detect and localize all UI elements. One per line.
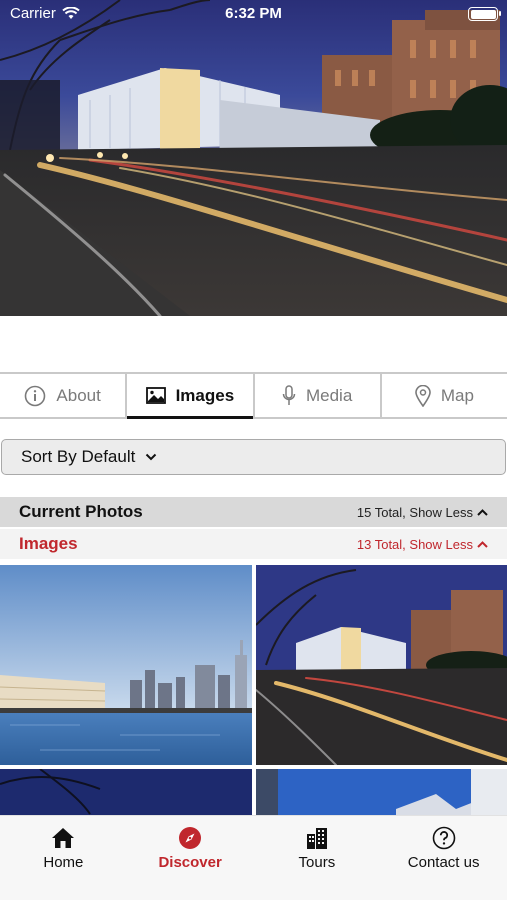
current-photos-toggle[interactable]: 15 Total, Show Less (357, 505, 488, 520)
current-photos-title: Current Photos (19, 502, 143, 521)
chevron-down-icon (146, 453, 157, 461)
nav-home[interactable]: Home (0, 816, 127, 900)
info-icon (25, 385, 46, 406)
nav-discover[interactable]: Discover (127, 816, 254, 900)
tab-map-label: Map (440, 385, 474, 405)
sort-dropdown[interactable]: Sort By Default (1, 439, 506, 475)
tab-about[interactable]: About (0, 374, 125, 417)
microphone-icon (282, 384, 296, 405)
home-icon (52, 828, 75, 848)
images-toggle[interactable]: 13 Total, Show Less (357, 537, 488, 552)
images-header: Images 13 Total, Show Less (0, 529, 507, 559)
chevron-up-icon (477, 540, 488, 548)
status-time: 6:32 PM (225, 5, 282, 22)
status-bar: Carrier 6:32 PM (0, 0, 507, 28)
compass-icon (179, 827, 202, 849)
images-count: 13 Total, Show Less (356, 536, 473, 552)
battery-icon (468, 7, 501, 21)
tab-media[interactable]: Media (252, 374, 380, 417)
images-title: Images (19, 534, 78, 553)
current-photos-header: Current Photos 15 Total, Show Less (0, 497, 507, 527)
nav-discover-label: Discover (158, 854, 222, 871)
chevron-up-icon (477, 508, 488, 516)
photo-thumbnail[interactable] (0, 565, 252, 765)
current-photos-count: 15 Total, Show Less (356, 504, 473, 520)
tab-media-label: Media (305, 385, 353, 405)
photo-thumbnail[interactable] (256, 565, 507, 765)
nav-tours-label: Tours (298, 854, 336, 871)
nav-contact-label: Contact us (407, 854, 480, 871)
tab-map[interactable]: Map (379, 374, 507, 417)
tab-about-label: About (56, 385, 101, 405)
nav-home-label: Home (43, 854, 84, 871)
sort-label: Sort By Default (21, 447, 136, 466)
image-icon (145, 387, 166, 404)
tab-images[interactable]: Images (125, 374, 253, 419)
nav-contact[interactable]: Contact us (380, 816, 507, 900)
buildings-icon (306, 828, 327, 849)
bottom-nav: Home Discover Tours Contact us (0, 815, 507, 900)
map-pin-icon (415, 384, 431, 407)
detail-tabs: About Images Media Map (0, 372, 507, 419)
help-circle-icon (432, 826, 455, 850)
tab-images-label: Images (175, 385, 235, 405)
nav-tours[interactable]: Tours (254, 816, 381, 900)
hero-photo (0, 0, 507, 316)
